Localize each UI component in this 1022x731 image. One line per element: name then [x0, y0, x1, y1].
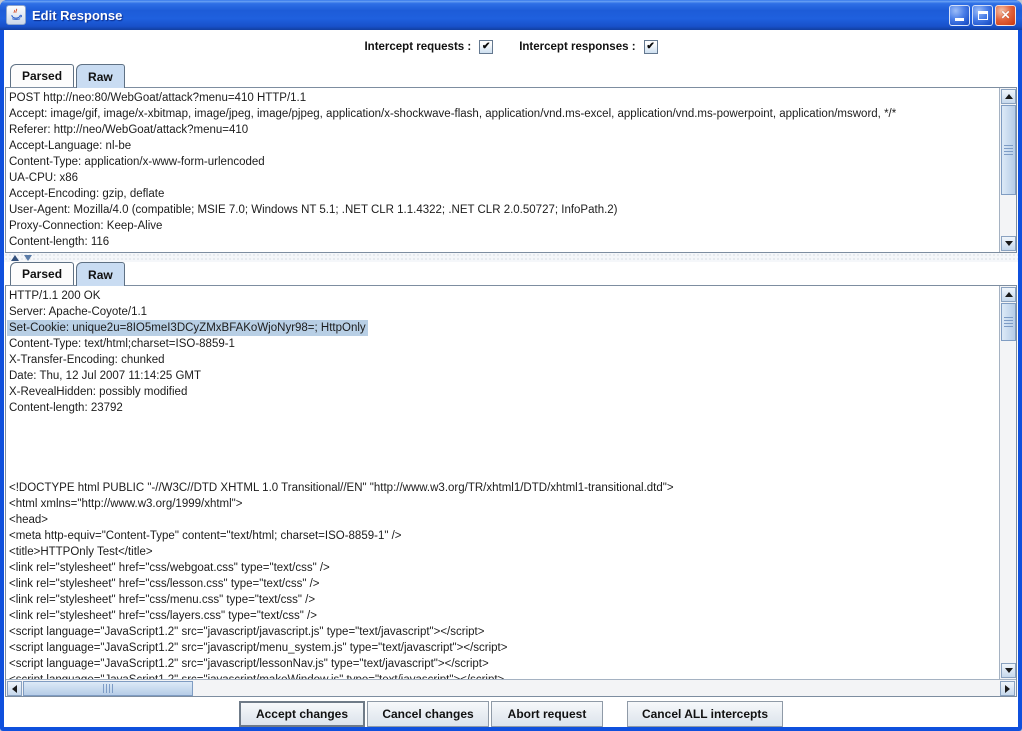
text-line: HTTP/1.1 200 OK — [7, 288, 102, 304]
text-line: X-RevealHidden: possibly modified — [7, 384, 189, 400]
text-line: <link rel="stylesheet" href="css/layers.… — [7, 608, 319, 624]
scroll-right-button[interactable] — [1000, 681, 1015, 696]
text-line: Accept: image/gif, image/x-xbitmap, imag… — [7, 106, 898, 122]
text-line: <!DOCTYPE html PUBLIC "-//W3C//DTD XHTML… — [7, 480, 676, 496]
accept-changes-button[interactable]: Accept changes — [239, 701, 365, 727]
scroll-up-button[interactable] — [1001, 89, 1016, 104]
scrollbar-thumb[interactable] — [1001, 105, 1016, 195]
response-vertical-scrollbar[interactable] — [999, 286, 1016, 679]
arrow-up-icon — [1005, 94, 1013, 99]
text-line: Content-length: 116 — [7, 234, 111, 250]
text-line: <script language="JavaScript1.2" src="ja… — [7, 640, 509, 656]
arrow-down-icon — [1005, 668, 1013, 673]
intercept-options-bar: Intercept requests : Intercept responses… — [4, 34, 1018, 60]
text-line — [7, 416, 14, 432]
intercept-responses-label: Intercept responses : — [519, 41, 635, 53]
scroll-up-button[interactable] — [1001, 287, 1016, 302]
scroll-down-button[interactable] — [1001, 236, 1016, 251]
scroll-down-button[interactable] — [1001, 663, 1016, 678]
request-tab-parsed[interactable]: Parsed — [10, 64, 74, 87]
scrollbar-thumb[interactable] — [23, 681, 193, 696]
intercept-requests-group: Intercept requests : — [364, 40, 493, 54]
text-line: Accept-Encoding: gzip, deflate — [7, 186, 166, 202]
text-line: Date: Thu, 12 Jul 2007 11:14:25 GMT — [7, 368, 203, 384]
text-line: POST http://neo:80/WebGoat/attack?menu=4… — [7, 90, 308, 106]
thumb-grip — [1004, 145, 1013, 156]
text-line: UA-CPU: x86 — [7, 170, 80, 186]
request-raw-text[interactable]: POST http://neo:80/WebGoat/attack?menu=4… — [6, 88, 999, 252]
text-line: <script language="JavaScript1.2" src="ja… — [7, 656, 491, 672]
text-line: <link rel="stylesheet" href="css/webgoat… — [7, 560, 332, 576]
window-content: Intercept requests : Intercept responses… — [4, 30, 1018, 727]
thumb-grip — [1004, 317, 1013, 328]
request-vertical-scrollbar[interactable] — [999, 88, 1016, 252]
text-line: <head> — [7, 512, 50, 528]
request-tabs: Parsed Raw — [10, 64, 125, 87]
text-line: <meta http-equiv="Content-Type" content=… — [7, 528, 404, 544]
response-tabs: Parsed Raw — [10, 262, 125, 285]
text-line: Server: Apache-Coyote/1.1 — [7, 304, 149, 320]
cancel-all-intercepts-button[interactable]: Cancel ALL intercepts — [627, 701, 783, 727]
request-pane: POST http://neo:80/WebGoat/attack?menu=4… — [5, 87, 1017, 253]
arrow-left-icon — [12, 685, 17, 693]
text-line — [7, 464, 14, 480]
text-line — [7, 448, 14, 464]
thumb-grip — [103, 684, 114, 693]
java-app-icon[interactable] — [6, 5, 26, 25]
text-line: Content-Type: text/html;charset=ISO-8859… — [7, 336, 237, 352]
collapse-down-icon[interactable] — [24, 255, 32, 261]
cancel-changes-button[interactable]: Cancel changes — [367, 701, 489, 727]
close-button[interactable]: ✕ — [995, 5, 1016, 26]
text-line: Accept-Language: nl-be — [7, 138, 133, 154]
intercept-responses-checkbox[interactable] — [644, 40, 658, 54]
split-pane-divider[interactable] — [4, 253, 1018, 262]
scrollbar-thumb[interactable] — [1001, 303, 1016, 341]
window-controls: ✕ — [947, 5, 1016, 26]
collapse-up-icon[interactable] — [11, 255, 19, 261]
text-line: User-Agent: Mozilla/4.0 (compatible; MSI… — [7, 202, 620, 218]
close-icon: ✕ — [1000, 9, 1010, 21]
arrow-up-icon — [1005, 292, 1013, 297]
text-line: Proxy-Connection: Keep-Alive — [7, 218, 164, 234]
request-tab-raw[interactable]: Raw — [76, 64, 125, 88]
text-line: Set-Cookie: unique2u=8IO5meI3DCyZMxBFAKo… — [7, 320, 368, 336]
window-title: Edit Response — [32, 8, 947, 23]
text-line: X-Transfer-Encoding: chunked — [7, 352, 167, 368]
java-cup-glyph — [9, 8, 23, 22]
text-line — [7, 432, 14, 448]
text-line: <link rel="stylesheet" href="css/menu.cs… — [7, 592, 317, 608]
intercept-requests-label: Intercept requests : — [364, 41, 471, 53]
text-line: <link rel="stylesheet" href="css/lesson.… — [7, 576, 322, 592]
text-line: <script language="JavaScript1.2" src="ja… — [7, 624, 486, 640]
text-line: Content-Type: application/x-www-form-url… — [7, 154, 267, 170]
intercept-responses-group: Intercept responses : — [519, 40, 657, 54]
text-line: <html xmlns="http://www.w3.org/1999/xhtm… — [7, 496, 244, 512]
text-line: Referer: http://neo/WebGoat/attack?menu=… — [7, 122, 250, 138]
text-line: <title>HTTPOnly Test</title> — [7, 544, 155, 560]
footer-button-bar: Accept changes Cancel changes Abort requ… — [4, 701, 1018, 727]
text-line: Content-length: 23792 — [7, 400, 125, 416]
text-line: <script language="JavaScript1.2" src="ja… — [7, 672, 506, 679]
abort-request-button[interactable]: Abort request — [491, 701, 603, 727]
response-tab-parsed[interactable]: Parsed — [10, 262, 74, 285]
arrow-down-icon — [1005, 241, 1013, 246]
maximize-button[interactable] — [972, 5, 993, 26]
titlebar[interactable]: Edit Response ✕ — [0, 0, 1022, 30]
edit-response-window: Edit Response ✕ Intercept requests : Int… — [0, 0, 1022, 731]
intercept-requests-checkbox[interactable] — [479, 40, 493, 54]
minimize-icon — [955, 18, 964, 21]
response-raw-text[interactable]: HTTP/1.1 200 OKServer: Apache-Coyote/1.1… — [6, 286, 999, 679]
maximize-icon — [978, 11, 988, 20]
response-tab-raw[interactable]: Raw — [76, 262, 125, 286]
minimize-button[interactable] — [949, 5, 970, 26]
response-horizontal-scrollbar[interactable] — [6, 679, 1016, 696]
arrow-right-icon — [1005, 685, 1010, 693]
response-pane: HTTP/1.1 200 OKServer: Apache-Coyote/1.1… — [5, 285, 1017, 697]
scroll-left-button[interactable] — [7, 681, 22, 696]
